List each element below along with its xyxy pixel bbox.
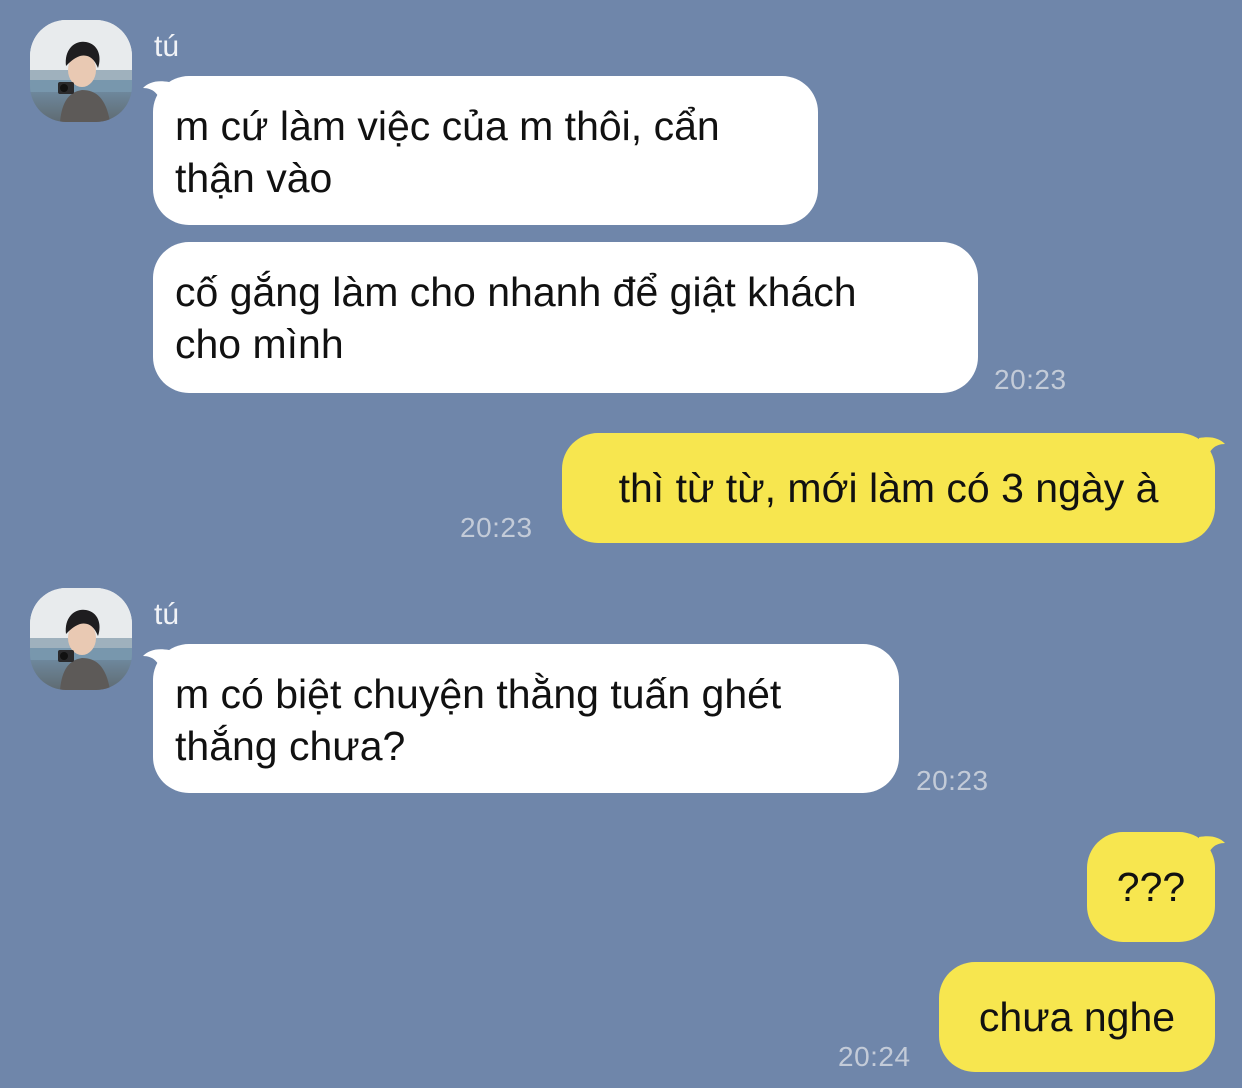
message-text-line: m cứ làm việc của m thôi, cẩn (175, 103, 720, 149)
chat-view: tú m cứ làm việc của m thôi, cẩn thận và… (0, 0, 1242, 1088)
message-bubble-incoming[interactable]: m cứ làm việc của m thôi, cẩn thận vào (153, 76, 818, 225)
message-bubble-incoming[interactable]: cố gắng làm cho nhanh để giật khách cho … (153, 242, 978, 393)
message-timestamp: 20:24 (838, 1041, 911, 1072)
sender-name: tú (154, 598, 180, 631)
bubble-tail (143, 81, 169, 104)
message-text: thì từ từ, mới làm có 3 ngày à (618, 465, 1159, 511)
message-text: ??? (1116, 864, 1186, 910)
message-text-line: thắng chưa? (175, 723, 406, 769)
message-text: chưa nghe (978, 994, 1176, 1040)
message-timestamp: 20:23 (460, 512, 533, 543)
profile-photo-icon (30, 588, 132, 690)
message-text-line: thận vào (175, 155, 333, 201)
avatar[interactable] (30, 20, 132, 122)
message-bubble-outgoing[interactable]: thì từ từ, mới làm có 3 ngày à (562, 433, 1215, 543)
message-bubble-outgoing[interactable]: chưa nghe (939, 962, 1215, 1072)
message-text-line: m có biệt chuyện thằng tuấn ghét (175, 671, 782, 717)
message-timestamp: 20:23 (994, 364, 1067, 395)
profile-photo-icon (30, 20, 132, 122)
message-text-line: cho mình (175, 321, 344, 367)
message-bubble-incoming[interactable]: m có biệt chuyện thằng tuấn ghét thắng c… (153, 644, 899, 793)
bubble-tail (1199, 836, 1225, 859)
bubble-tail (143, 649, 169, 672)
bubble-tail (1199, 437, 1225, 460)
message-timestamp: 20:23 (916, 765, 989, 796)
avatar[interactable] (30, 588, 132, 690)
message-bubble-outgoing[interactable]: ??? (1087, 832, 1215, 942)
message-text-line: cố gắng làm cho nhanh để giật khách (175, 269, 857, 315)
sender-name: tú (154, 30, 180, 63)
